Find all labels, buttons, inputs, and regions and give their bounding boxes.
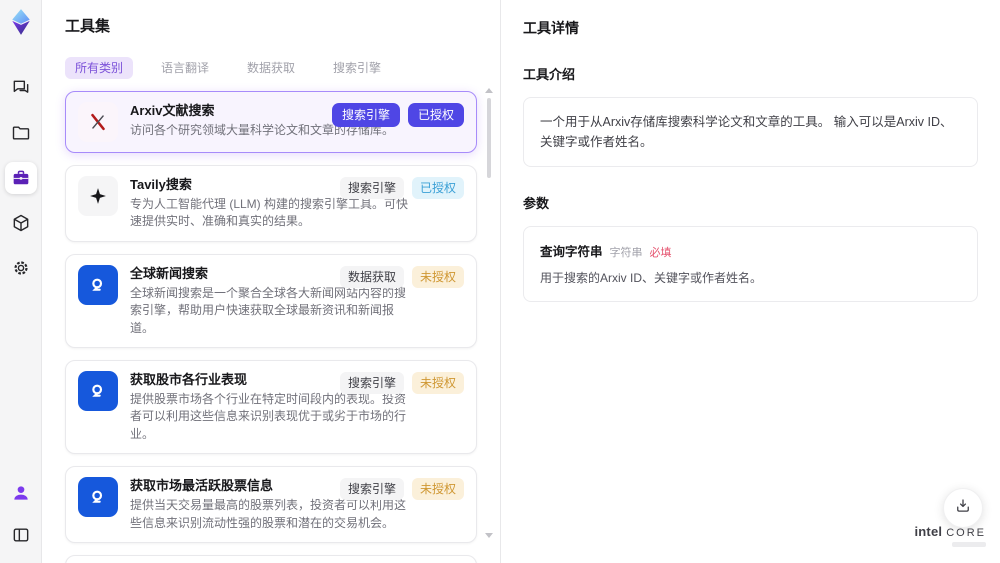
page-title: 工具集 bbox=[65, 18, 111, 35]
tool-card[interactable]: Arxiv文献搜索 访问各个研究领域大量科学论文和文章的存储库。 搜索引擎 已授… bbox=[65, 91, 477, 153]
category-badge: 搜索引擎 bbox=[331, 103, 400, 127]
intro-heading: 工具介绍 bbox=[523, 67, 576, 82]
search-icon bbox=[88, 487, 108, 507]
sidebar-item-toolbox[interactable] bbox=[4, 162, 37, 194]
cube-icon bbox=[11, 213, 31, 233]
sidebar-nav bbox=[4, 72, 37, 284]
sidebar-item-settings[interactable] bbox=[5, 252, 37, 284]
tool-icon-box bbox=[78, 477, 118, 518]
app-sidebar bbox=[0, 0, 42, 563]
folder-icon bbox=[11, 123, 31, 143]
category-badge: 搜索引擎 bbox=[339, 372, 404, 395]
tool-card[interactable]: Tavily搜索 专为人工智能代理 (LLM) 构建的搜索引擎工具。可快速提供实… bbox=[65, 165, 477, 242]
tool-list: Arxiv文献搜索 访问各个研究领域大量科学论文和文章的存储库。 搜索引擎 已授… bbox=[65, 91, 477, 563]
tool-icon-box bbox=[78, 264, 118, 305]
tool-icon-box bbox=[78, 176, 118, 216]
panel-toggle-icon bbox=[11, 525, 31, 545]
tool-card[interactable]: 获取股市各行业表现 提供股票市场各个行业在特定时间段内的表现。投资者可以利用这些… bbox=[65, 360, 477, 455]
params-heading: 参数 bbox=[523, 196, 550, 211]
auth-badge: 未授权 bbox=[411, 372, 464, 395]
category-tab[interactable]: 语言翻译 bbox=[151, 57, 219, 79]
param-name: 查询字符串 bbox=[540, 245, 603, 259]
intro-box: 一个用于从Arxiv存储库搜索科学论文和文章的工具。 输入可以是Arxiv ID… bbox=[523, 97, 978, 167]
param-head: 查询字符串 字符串 必填 bbox=[540, 241, 961, 260]
core-brand-text: CORE bbox=[946, 527, 986, 539]
toolset-panel: 工具集 所有类别 语言翻译 数据获取 搜索引擎 Arxiv文献搜索 访问各个研究… bbox=[42, 0, 500, 563]
user-icon bbox=[11, 483, 31, 503]
sidebar-item-models[interactable] bbox=[5, 207, 37, 239]
tool-icon-box bbox=[78, 102, 118, 142]
param-box: 查询字符串 字符串 必填 用于搜索的Arxiv ID、关键字或作者姓名。 bbox=[523, 226, 978, 302]
scrollbar-up-arrow[interactable] bbox=[485, 88, 493, 93]
intel-ultra-watermark bbox=[952, 542, 986, 547]
tool-description: 全球新闻搜索是一个聚合全球各大新闻网站内容的搜索引擎，帮助用户快速获取全球最新资… bbox=[130, 285, 407, 335]
tool-description: 专为人工智能代理 (LLM) 构建的搜索引擎工具。可快速提供实时、准确和真实的结… bbox=[130, 197, 409, 229]
category-badge: 搜索引擎 bbox=[339, 177, 404, 199]
category-badge: 搜索引擎 bbox=[339, 478, 404, 501]
tavily-icon bbox=[88, 186, 108, 206]
tool-badges: 搜索引擎 已授权 bbox=[339, 177, 464, 199]
search-icon bbox=[88, 275, 108, 295]
tool-badges: 搜索引擎 已授权 bbox=[331, 103, 464, 127]
app-logo-icon bbox=[7, 8, 35, 36]
tool-description: 提供当天交易量最高的股票列表，投资者可以利用这些信息来识别流动性强的股票和潜在的… bbox=[130, 498, 407, 530]
tool-list-scrollbar bbox=[484, 86, 494, 542]
tool-card[interactable]: 全球新闻搜索 全球新闻搜索是一个聚合全球各大新闻网站内容的搜索引擎，帮助用户快速… bbox=[65, 253, 477, 349]
download-icon bbox=[954, 497, 972, 520]
tool-badges: 数据获取 未授权 bbox=[339, 265, 464, 288]
settings-icon bbox=[11, 258, 31, 278]
intro-text: 一个用于从Arxiv存储库搜索科学论文和文章的工具。 输入可以是Arxiv ID… bbox=[540, 115, 953, 149]
intel-brand-text: intel bbox=[914, 524, 943, 539]
tool-badges: 搜索引擎 未授权 bbox=[339, 478, 464, 501]
auth-badge: 已授权 bbox=[407, 103, 464, 127]
detail-title: 工具详情 bbox=[523, 20, 579, 36]
scrollbar-thumb[interactable] bbox=[487, 98, 491, 178]
auth-badge: 未授权 bbox=[411, 265, 464, 288]
category-tabs: 所有类别 语言翻译 数据获取 搜索引擎 bbox=[65, 57, 500, 79]
auth-badge: 已授权 bbox=[411, 177, 464, 199]
intel-core-logo: intel CORE bbox=[914, 524, 986, 547]
tool-icon-box bbox=[78, 371, 118, 412]
tool-badges: 搜索引擎 未授权 bbox=[339, 372, 464, 395]
param-type: 字符串 bbox=[609, 247, 643, 259]
tool-detail-panel: 工具详情 工具介绍 一个用于从Arxiv存储库搜索科学论文和文章的工具。 输入可… bbox=[500, 0, 1000, 563]
scrollbar-down-arrow[interactable] bbox=[485, 533, 493, 538]
tool-description: 提供股票市场各个行业在特定时间段内的表现。投资者可以利用这些信息来识别表现优于或… bbox=[130, 392, 407, 441]
sidebar-item-collapse[interactable] bbox=[5, 519, 37, 551]
sidebar-item-files[interactable] bbox=[5, 117, 37, 149]
category-badge: 数据获取 bbox=[339, 265, 404, 288]
sidebar-bottom bbox=[5, 477, 37, 551]
sidebar-item-chat[interactable] bbox=[5, 72, 37, 104]
sidebar-item-account[interactable] bbox=[5, 477, 37, 509]
tool-card[interactable]: 获取市场最活跃股票信息 提供当天交易量最高的股票列表，投资者可以利用这些信息来识… bbox=[65, 466, 477, 544]
category-tab[interactable]: 搜索引擎 bbox=[323, 57, 391, 79]
arxiv-icon bbox=[87, 111, 109, 133]
category-tab[interactable]: 数据获取 bbox=[237, 57, 305, 79]
download-button[interactable] bbox=[943, 488, 983, 528]
toolbox-icon bbox=[11, 168, 31, 188]
auth-badge: 未授权 bbox=[411, 478, 464, 501]
category-tab[interactable]: 所有类别 bbox=[65, 57, 134, 79]
search-icon bbox=[88, 381, 108, 401]
param-description: 用于搜索的Arxiv ID、关键字或作者姓名。 bbox=[540, 271, 763, 285]
tool-card[interactable]: 万维地区新闻查询 查询具体行政区划内的新闻，快速了解各地新闻动 搜索引擎 未授权 bbox=[65, 555, 477, 563]
chat-icon bbox=[11, 78, 31, 98]
param-required-flag: 必填 bbox=[649, 247, 672, 259]
